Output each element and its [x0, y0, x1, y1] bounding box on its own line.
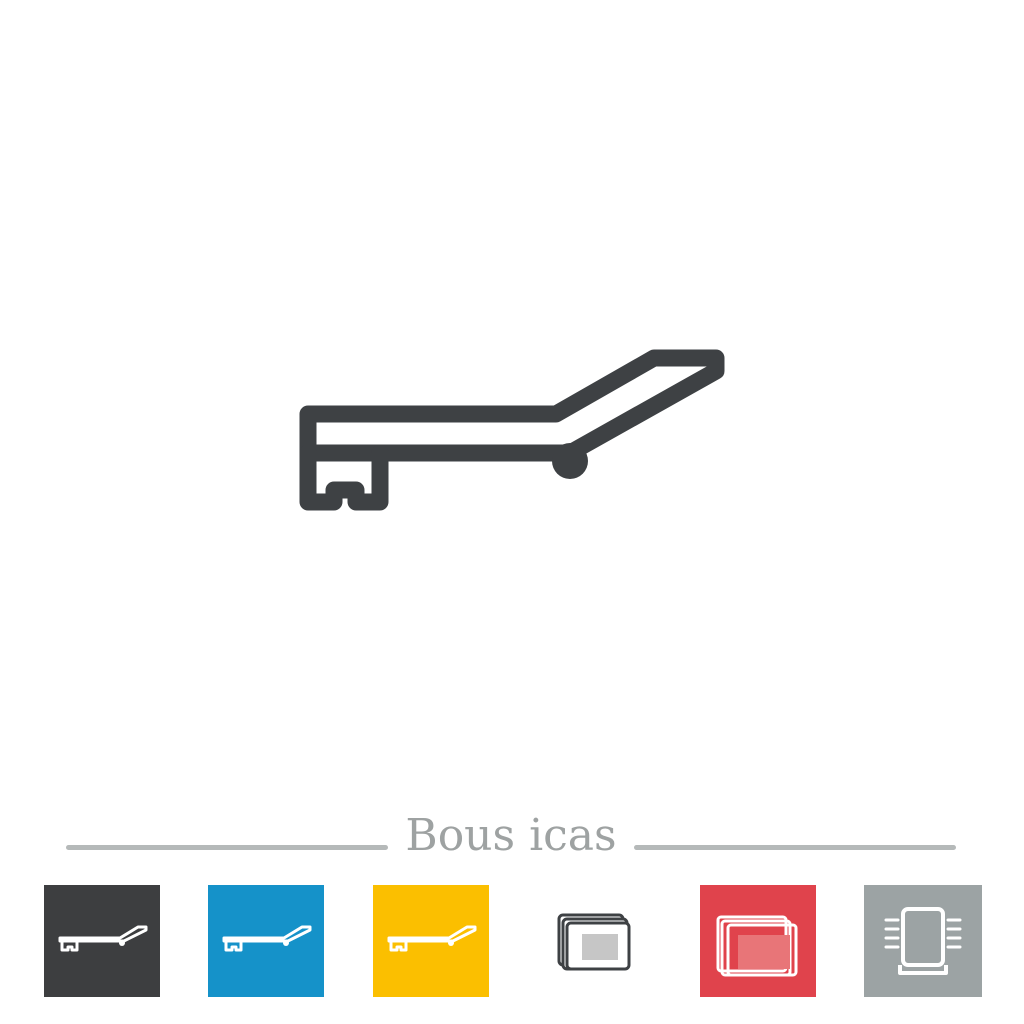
- sun-lounger-icon: [373, 885, 489, 997]
- bonus-heading: Bous icas: [405, 810, 617, 861]
- tile-red-screens[interactable]: [700, 885, 816, 997]
- tile-gray-tablet[interactable]: [864, 885, 982, 997]
- stacked-screens-icon: [537, 885, 653, 997]
- stacked-screens-icon: [700, 885, 816, 997]
- tile-white-screens[interactable]: [537, 885, 653, 997]
- tile-blue-lounger[interactable]: [208, 885, 324, 997]
- tile-yellow-lounger[interactable]: [373, 885, 489, 997]
- sun-lounger-icon: [44, 885, 160, 997]
- divider-line-right: [634, 845, 956, 850]
- sun-lounger-icon: [208, 885, 324, 997]
- tile-dark-lounger[interactable]: [44, 885, 160, 997]
- sun-lounger-icon: [299, 349, 725, 511]
- divider-line-left: [66, 845, 388, 850]
- tablet-stand-icon: [864, 885, 982, 997]
